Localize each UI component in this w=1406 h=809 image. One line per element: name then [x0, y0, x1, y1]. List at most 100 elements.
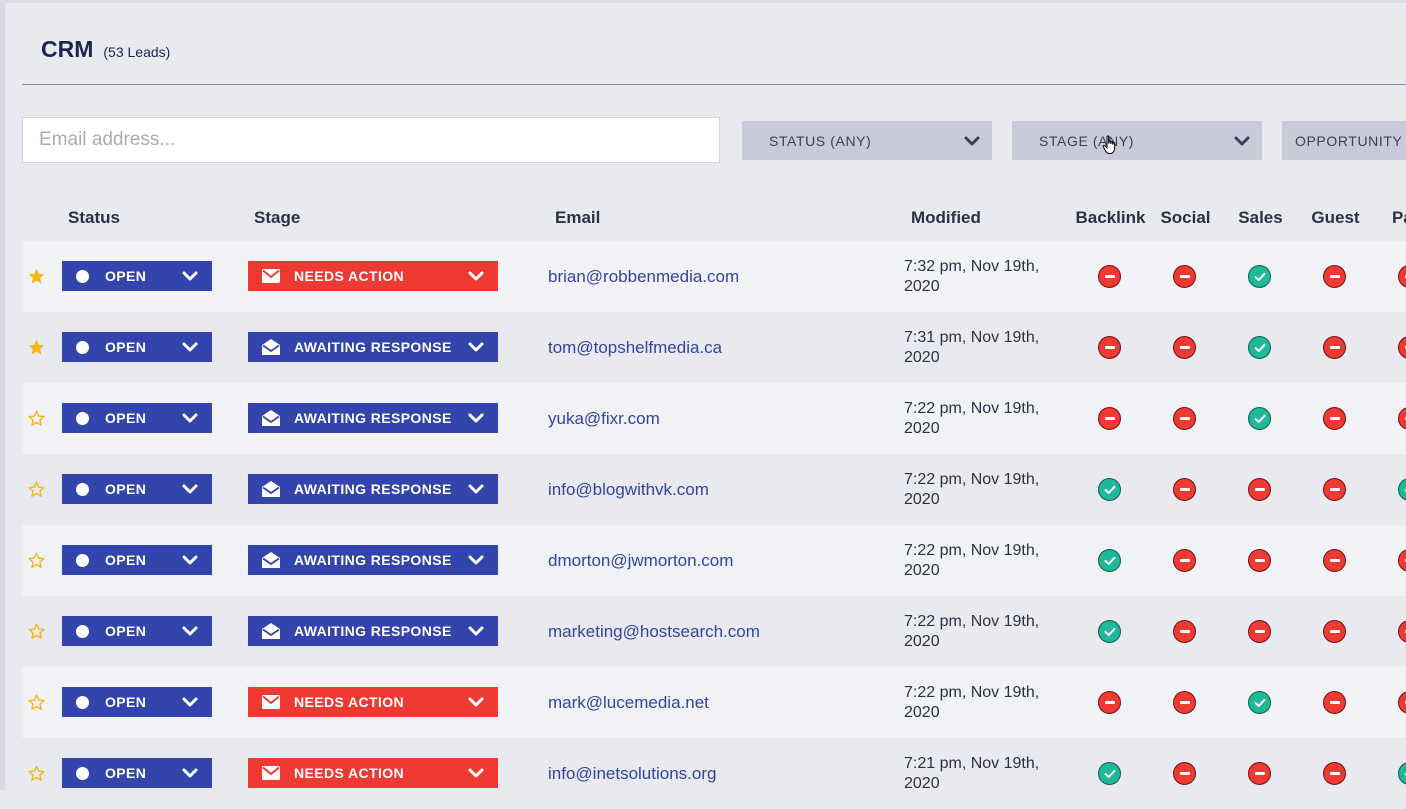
partial-check-icon[interactable] — [1398, 478, 1406, 501]
status-dropdown-button[interactable]: OPEN — [62, 687, 212, 717]
column-header-stage[interactable]: Stage — [254, 208, 300, 228]
guest-minus-icon[interactable] — [1323, 620, 1346, 643]
column-header-sales[interactable]: Sales — [1223, 208, 1298, 228]
sales-minus-icon[interactable] — [1248, 478, 1271, 501]
table-row: OPEN AWAITING RESPONSE marketing@hostsearc… — [22, 596, 1406, 667]
status-dropdown-button[interactable]: OPEN — [62, 474, 212, 504]
guest-minus-icon[interactable] — [1323, 691, 1346, 714]
sales-minus-icon[interactable] — [1248, 620, 1271, 643]
column-header-partial[interactable]: Pa — [1392, 208, 1406, 228]
stage-label: AWAITING RESPONSE — [294, 481, 452, 497]
status-dropdown-button[interactable]: OPEN — [62, 545, 212, 575]
status-dropdown-button[interactable]: OPEN — [62, 261, 212, 291]
star-filled-icon[interactable] — [27, 338, 46, 357]
sales-minus-icon[interactable] — [1248, 549, 1271, 572]
status-dropdown-button[interactable]: OPEN — [62, 758, 212, 788]
modified-time: 7:22 pm, Nov 19th, — [904, 400, 1040, 417]
stage-dropdown-button[interactable]: AWAITING RESPONSE — [248, 474, 498, 504]
stage-dropdown-button[interactable]: AWAITING RESPONSE — [248, 403, 498, 433]
star-outline-icon[interactable] — [27, 622, 46, 641]
envelope-open-icon — [262, 410, 280, 426]
guest-minus-icon[interactable] — [1323, 265, 1346, 288]
stage-filter-dropdown[interactable]: STAGE (ANY) — [1012, 121, 1262, 160]
partial-check-icon[interactable] — [1398, 762, 1406, 785]
status-filter-dropdown[interactable]: STATUS (ANY) — [742, 121, 992, 160]
lead-email-link[interactable]: yuka@fixr.com — [548, 409, 660, 429]
status-dropdown-button[interactable]: OPEN — [62, 403, 212, 433]
chevron-down-icon — [468, 484, 484, 494]
social-minus-icon[interactable] — [1173, 691, 1196, 714]
status-dropdown-button[interactable]: OPEN — [62, 616, 212, 646]
stage-dropdown-button[interactable]: AWAITING RESPONSE — [248, 545, 498, 575]
social-minus-icon[interactable] — [1173, 336, 1196, 359]
column-header-modified[interactable]: Modified — [911, 208, 981, 228]
chevron-down-icon — [468, 626, 484, 636]
guest-minus-icon[interactable] — [1323, 478, 1346, 501]
stage-dropdown-button[interactable]: AWAITING RESPONSE — [248, 332, 498, 362]
sales-check-icon[interactable] — [1248, 691, 1271, 714]
guest-minus-icon[interactable] — [1323, 549, 1346, 572]
star-outline-icon[interactable] — [27, 480, 46, 499]
guest-minus-icon[interactable] — [1323, 407, 1346, 430]
column-header-backlink[interactable]: Backlink — [1073, 208, 1148, 228]
sales-check-icon[interactable] — [1248, 336, 1271, 359]
sales-minus-icon[interactable] — [1248, 762, 1271, 785]
guest-minus-icon[interactable] — [1323, 336, 1346, 359]
backlink-check-icon[interactable] — [1098, 620, 1121, 643]
status-label: OPEN — [105, 410, 147, 426]
sales-check-icon[interactable] — [1248, 265, 1271, 288]
social-minus-icon[interactable] — [1173, 478, 1196, 501]
partial-minus-icon[interactable] — [1398, 620, 1406, 643]
backlink-check-icon[interactable] — [1098, 549, 1121, 572]
stage-dropdown-button[interactable]: NEEDS ACTION — [248, 758, 498, 788]
stage-dropdown-button[interactable]: NEEDS ACTION — [248, 687, 498, 717]
star-outline-icon[interactable] — [27, 764, 46, 783]
modified-time: 7:31 pm, Nov 19th, — [904, 329, 1040, 346]
social-minus-icon[interactable] — [1173, 549, 1196, 572]
lead-email-link[interactable]: dmorton@jwmorton.com — [548, 551, 733, 571]
backlink-check-icon[interactable] — [1098, 478, 1121, 501]
star-filled-icon[interactable] — [27, 267, 46, 286]
social-minus-icon[interactable] — [1173, 620, 1196, 643]
column-header-status[interactable]: Status — [68, 208, 120, 228]
lead-email-link[interactable]: info@blogwithvk.com — [548, 480, 709, 500]
email-search-input[interactable] — [22, 117, 720, 163]
stage-label: AWAITING RESPONSE — [294, 552, 452, 568]
lead-email-link[interactable]: tom@topshelfmedia.ca — [548, 338, 722, 358]
partial-minus-icon[interactable] — [1398, 549, 1406, 572]
guest-minus-icon[interactable] — [1323, 762, 1346, 785]
column-header-email[interactable]: Email — [555, 208, 600, 228]
opportunity-filter-dropdown[interactable]: OPPORTUNITY — [1282, 121, 1406, 160]
lead-email-link[interactable]: brian@robbenmedia.com — [548, 267, 739, 287]
social-minus-icon[interactable] — [1173, 762, 1196, 785]
lead-email-link[interactable]: marketing@hostsearch.com — [548, 622, 760, 642]
lead-email-link[interactable]: mark@lucemedia.net — [548, 693, 709, 713]
backlink-minus-icon[interactable] — [1098, 336, 1121, 359]
backlink-minus-icon[interactable] — [1098, 407, 1121, 430]
star-outline-icon[interactable] — [27, 409, 46, 428]
column-header-social[interactable]: Social — [1148, 208, 1223, 228]
partial-minus-icon[interactable] — [1398, 407, 1406, 430]
social-minus-icon[interactable] — [1173, 407, 1196, 430]
backlink-minus-icon[interactable] — [1098, 691, 1121, 714]
star-outline-icon[interactable] — [27, 693, 46, 712]
backlink-check-icon[interactable] — [1098, 762, 1121, 785]
status-label: OPEN — [105, 268, 147, 284]
column-header-guest[interactable]: Guest — [1298, 208, 1373, 228]
stage-dropdown-button[interactable]: NEEDS ACTION — [248, 261, 498, 291]
partial-minus-icon[interactable] — [1398, 265, 1406, 288]
social-minus-icon[interactable] — [1173, 265, 1196, 288]
stage-dropdown-button[interactable]: AWAITING RESPONSE — [248, 616, 498, 646]
sales-check-icon[interactable] — [1248, 407, 1271, 430]
partial-minus-icon[interactable] — [1398, 691, 1406, 714]
envelope-open-icon — [262, 623, 280, 639]
envelope-icon — [262, 695, 280, 709]
lead-email-link[interactable]: info@inetsolutions.org — [548, 764, 716, 784]
status-dropdown-button[interactable]: OPEN — [62, 332, 212, 362]
partial-minus-icon[interactable] — [1398, 336, 1406, 359]
backlink-minus-icon[interactable] — [1098, 265, 1121, 288]
status-label: OPEN — [105, 765, 147, 781]
star-outline-icon[interactable] — [27, 551, 46, 570]
envelope-open-icon — [262, 339, 280, 355]
modified-date: 7:22 pm, Nov 19th, 2020 — [904, 612, 1074, 652]
